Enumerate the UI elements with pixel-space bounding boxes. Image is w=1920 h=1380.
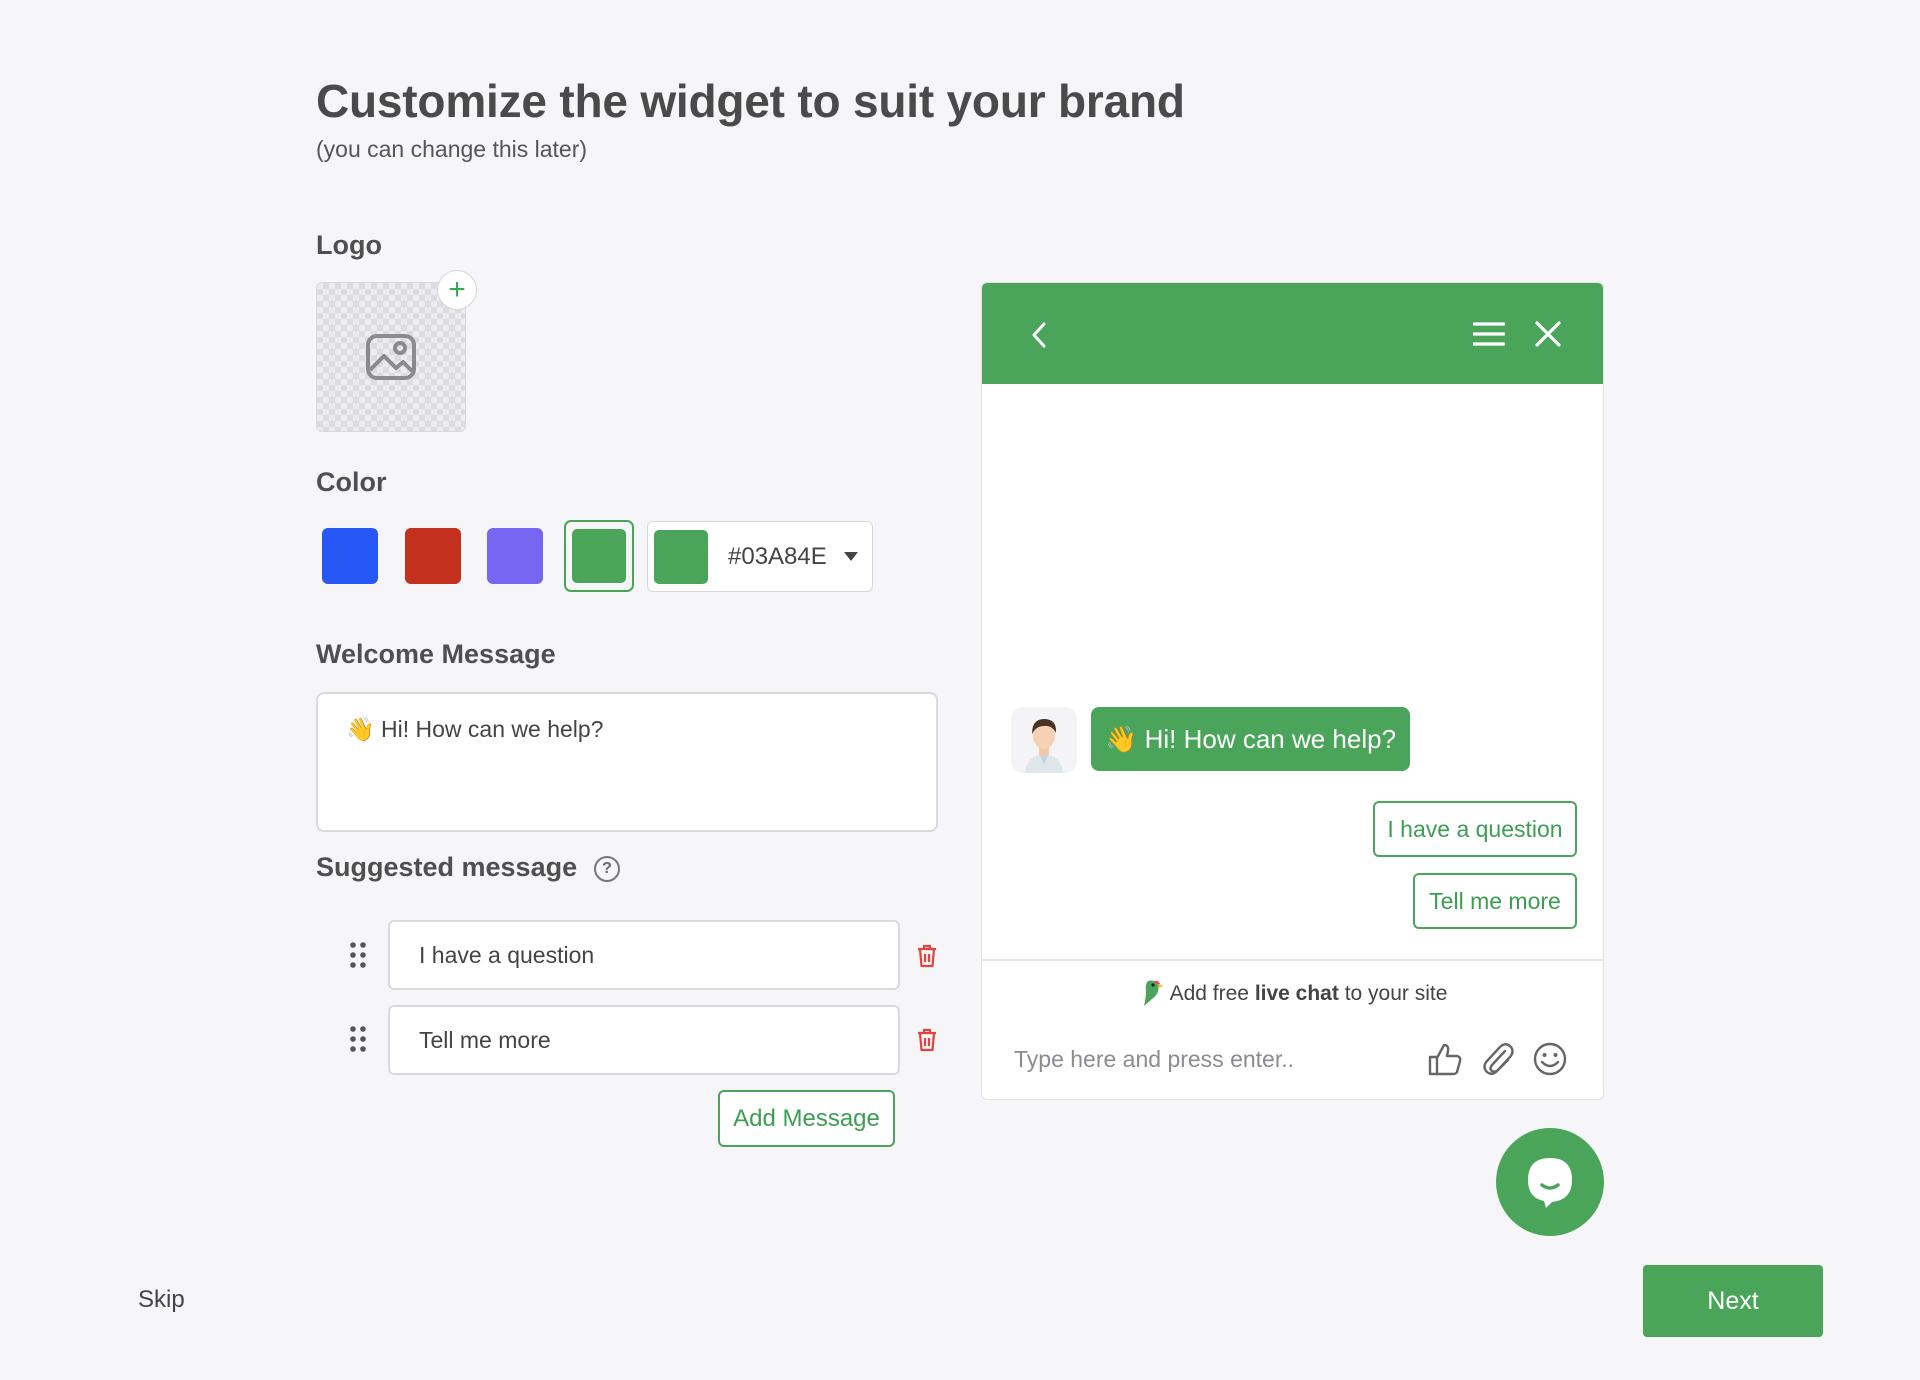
preview-suggestion-button[interactable]: Tell me more xyxy=(1413,873,1577,929)
chat-launcher-button[interactable] xyxy=(1496,1128,1604,1236)
promo-text-prefix: Add free xyxy=(1169,982,1255,1005)
color-swatch-purple[interactable] xyxy=(487,528,543,584)
page-title: Customize the widget to suit your brand xyxy=(316,75,1185,127)
color-swatch-red[interactable] xyxy=(405,528,461,584)
image-icon xyxy=(366,334,416,380)
promo-link[interactable]: Add free live chat to your site xyxy=(982,977,1603,1007)
agent-message-bubble: 👋 Hi! How can we help? xyxy=(1091,707,1411,771)
color-swatch-blue[interactable] xyxy=(322,528,378,584)
drag-handle-icon[interactable] xyxy=(349,1025,367,1053)
emoji-icon[interactable] xyxy=(1532,1041,1568,1077)
page-subtitle: (you can change this later) xyxy=(316,136,588,162)
skip-link[interactable]: Skip xyxy=(138,1286,185,1314)
back-arrow-icon[interactable] xyxy=(1030,321,1048,349)
add-logo-button[interactable]: + xyxy=(437,270,477,310)
widget-preview: 👋 Hi! How can we help? I have a question… xyxy=(981,282,1604,1100)
color-label: Color xyxy=(316,467,387,497)
preview-divider xyxy=(982,959,1603,961)
preview-header xyxy=(982,283,1603,384)
close-icon[interactable] xyxy=(1534,320,1562,348)
preview-chat-input[interactable]: Type here and press enter.. xyxy=(1014,1046,1294,1073)
suggested-label: Suggested message xyxy=(316,852,578,882)
custom-color-picker[interactable]: #03A84E xyxy=(647,521,873,592)
color-swatch-green-selected[interactable] xyxy=(564,520,634,592)
welcome-message-input[interactable]: 👋 Hi! How can we help? xyxy=(316,692,938,832)
welcome-label: Welcome Message xyxy=(316,639,556,669)
next-button[interactable]: Next xyxy=(1643,1265,1823,1337)
chat-bubble-icon xyxy=(1528,1158,1572,1208)
caret-down-icon xyxy=(844,552,858,561)
custom-color-chip xyxy=(654,529,708,584)
custom-color-value: #03A84E xyxy=(728,542,827,570)
plus-icon: + xyxy=(448,273,466,306)
thumbs-up-icon[interactable] xyxy=(1427,1041,1463,1077)
add-message-button[interactable]: Add Message xyxy=(718,1090,895,1147)
paperclip-icon[interactable] xyxy=(1481,1041,1515,1077)
parrot-logo-icon xyxy=(1143,980,1163,1006)
menu-icon[interactable] xyxy=(1473,321,1505,347)
trash-icon[interactable] xyxy=(916,944,938,968)
logo-label: Logo xyxy=(316,230,382,260)
agent-avatar xyxy=(1011,707,1077,773)
suggested-message-input[interactable]: Tell me more xyxy=(388,1005,900,1075)
suggested-message-input[interactable]: I have a question xyxy=(388,920,900,990)
drag-handle-icon[interactable] xyxy=(349,941,367,969)
promo-text-bold: live chat xyxy=(1254,982,1339,1005)
trash-icon[interactable] xyxy=(916,1028,938,1052)
help-icon[interactable]: ? xyxy=(594,856,620,882)
promo-text-suffix: to your site xyxy=(1338,982,1448,1005)
preview-suggestion-button[interactable]: I have a question xyxy=(1373,801,1577,857)
